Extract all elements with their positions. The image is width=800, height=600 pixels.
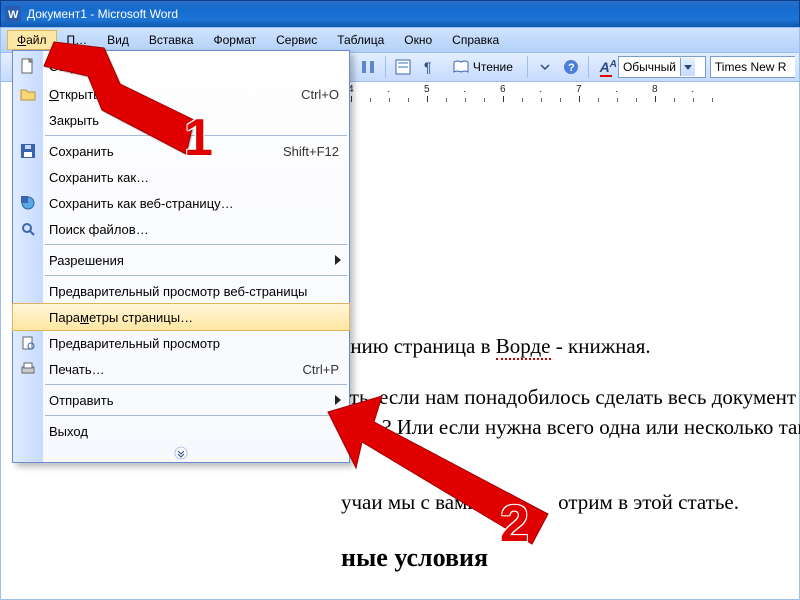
menu-item-save-as-web[interactable]: Сохранить как веб-страницу… <box>13 190 349 216</box>
font-combo[interactable]: Times New R <box>710 56 795 78</box>
printer-icon <box>18 359 38 379</box>
menu-help[interactable]: Справка <box>442 30 509 50</box>
svg-text:¶: ¶ <box>424 59 432 75</box>
menu-item-save-as[interactable]: Сохранить как… <box>13 164 349 190</box>
toolbar-separator <box>527 56 528 78</box>
menu-item-exit[interactable]: Выход <box>13 418 349 444</box>
annotation-number-2: 2 <box>500 494 529 554</box>
menu-separator <box>45 415 347 416</box>
search-icon <box>18 219 38 239</box>
style-combo-value: Обычный <box>623 60 676 74</box>
show-formatting-button[interactable]: ¶ <box>419 55 441 79</box>
menu-item-send[interactable]: Отправить <box>13 387 349 413</box>
menu-item-page-setup[interactable]: Параметры страницы… <box>12 303 350 331</box>
menu-item-close[interactable]: Закрыть <box>13 107 349 133</box>
menu-file[interactable]: Файл <box>7 30 57 50</box>
word-app-icon: W <box>5 6 21 22</box>
menu-format[interactable]: Формат <box>203 30 266 50</box>
menu-item-create[interactable]: Создать… <box>13 51 349 81</box>
save-disk-icon <box>18 141 38 161</box>
style-icon[interactable]: AA <box>595 55 614 79</box>
menu-item-save[interactable]: Сохранить Shift+F12 <box>13 138 349 164</box>
svg-text:?: ? <box>568 62 575 74</box>
save-web-icon <box>18 193 38 213</box>
help-button[interactable]: ? <box>560 55 582 79</box>
open-folder-icon <box>18 84 38 104</box>
submenu-arrow-icon <box>335 255 341 265</box>
menu-separator <box>45 384 347 385</box>
menu-separator <box>45 275 347 276</box>
style-combo[interactable]: Обычный <box>618 56 706 78</box>
titlebar: W Документ1 - Microsoft Word <box>0 0 800 27</box>
reading-layout-button[interactable]: Чтение <box>445 56 521 78</box>
doc-map-button[interactable] <box>392 55 414 79</box>
menu-item-print[interactable]: Печать… Ctrl+P <box>13 356 349 382</box>
menu-separator <box>45 244 347 245</box>
submenu-arrow-icon <box>335 395 341 405</box>
new-doc-icon <box>18 56 38 76</box>
book-icon <box>453 60 469 74</box>
menu-window[interactable]: Окно <box>394 30 442 50</box>
font-combo-value: Times New R <box>715 60 787 74</box>
zoom-dropdown-icon[interactable] <box>534 55 556 79</box>
chevron-down-icon[interactable] <box>680 58 695 76</box>
menu-view[interactable]: Вид <box>97 30 139 50</box>
columns-button[interactable] <box>357 55 379 79</box>
toolbar-separator <box>385 56 386 78</box>
menu-item-file-search[interactable]: Поиск файлов… <box>13 216 349 242</box>
menu-insert[interactable]: Вставка <box>139 30 204 50</box>
menu-edit[interactable]: П… <box>57 30 98 50</box>
reading-label: Чтение <box>473 60 513 74</box>
menu-item-print-preview[interactable]: Предварительный просмотр <box>13 330 349 356</box>
file-menu-dropdown: Создать… Открыть… Ctrl+O Закрыть Сохрани… <box>12 50 350 463</box>
menu-expand-chevron[interactable] <box>13 444 349 462</box>
toolbar-separator <box>588 56 589 78</box>
menu-item-open[interactable]: Открыть… Ctrl+O <box>13 81 349 107</box>
chevron-down-icon <box>174 446 188 460</box>
menu-table[interactable]: Таблица <box>327 30 394 50</box>
annotation-number-1: 1 <box>184 108 213 168</box>
svg-text:W: W <box>8 9 19 21</box>
print-preview-icon <box>18 333 38 353</box>
window-title: Документ1 - Microsoft Word <box>27 7 178 21</box>
menu-item-web-preview[interactable]: Предварительный просмотр веб-страницы <box>13 278 349 304</box>
menu-tools[interactable]: Сервис <box>266 30 327 50</box>
menu-item-permissions[interactable]: Разрешения <box>13 247 349 273</box>
